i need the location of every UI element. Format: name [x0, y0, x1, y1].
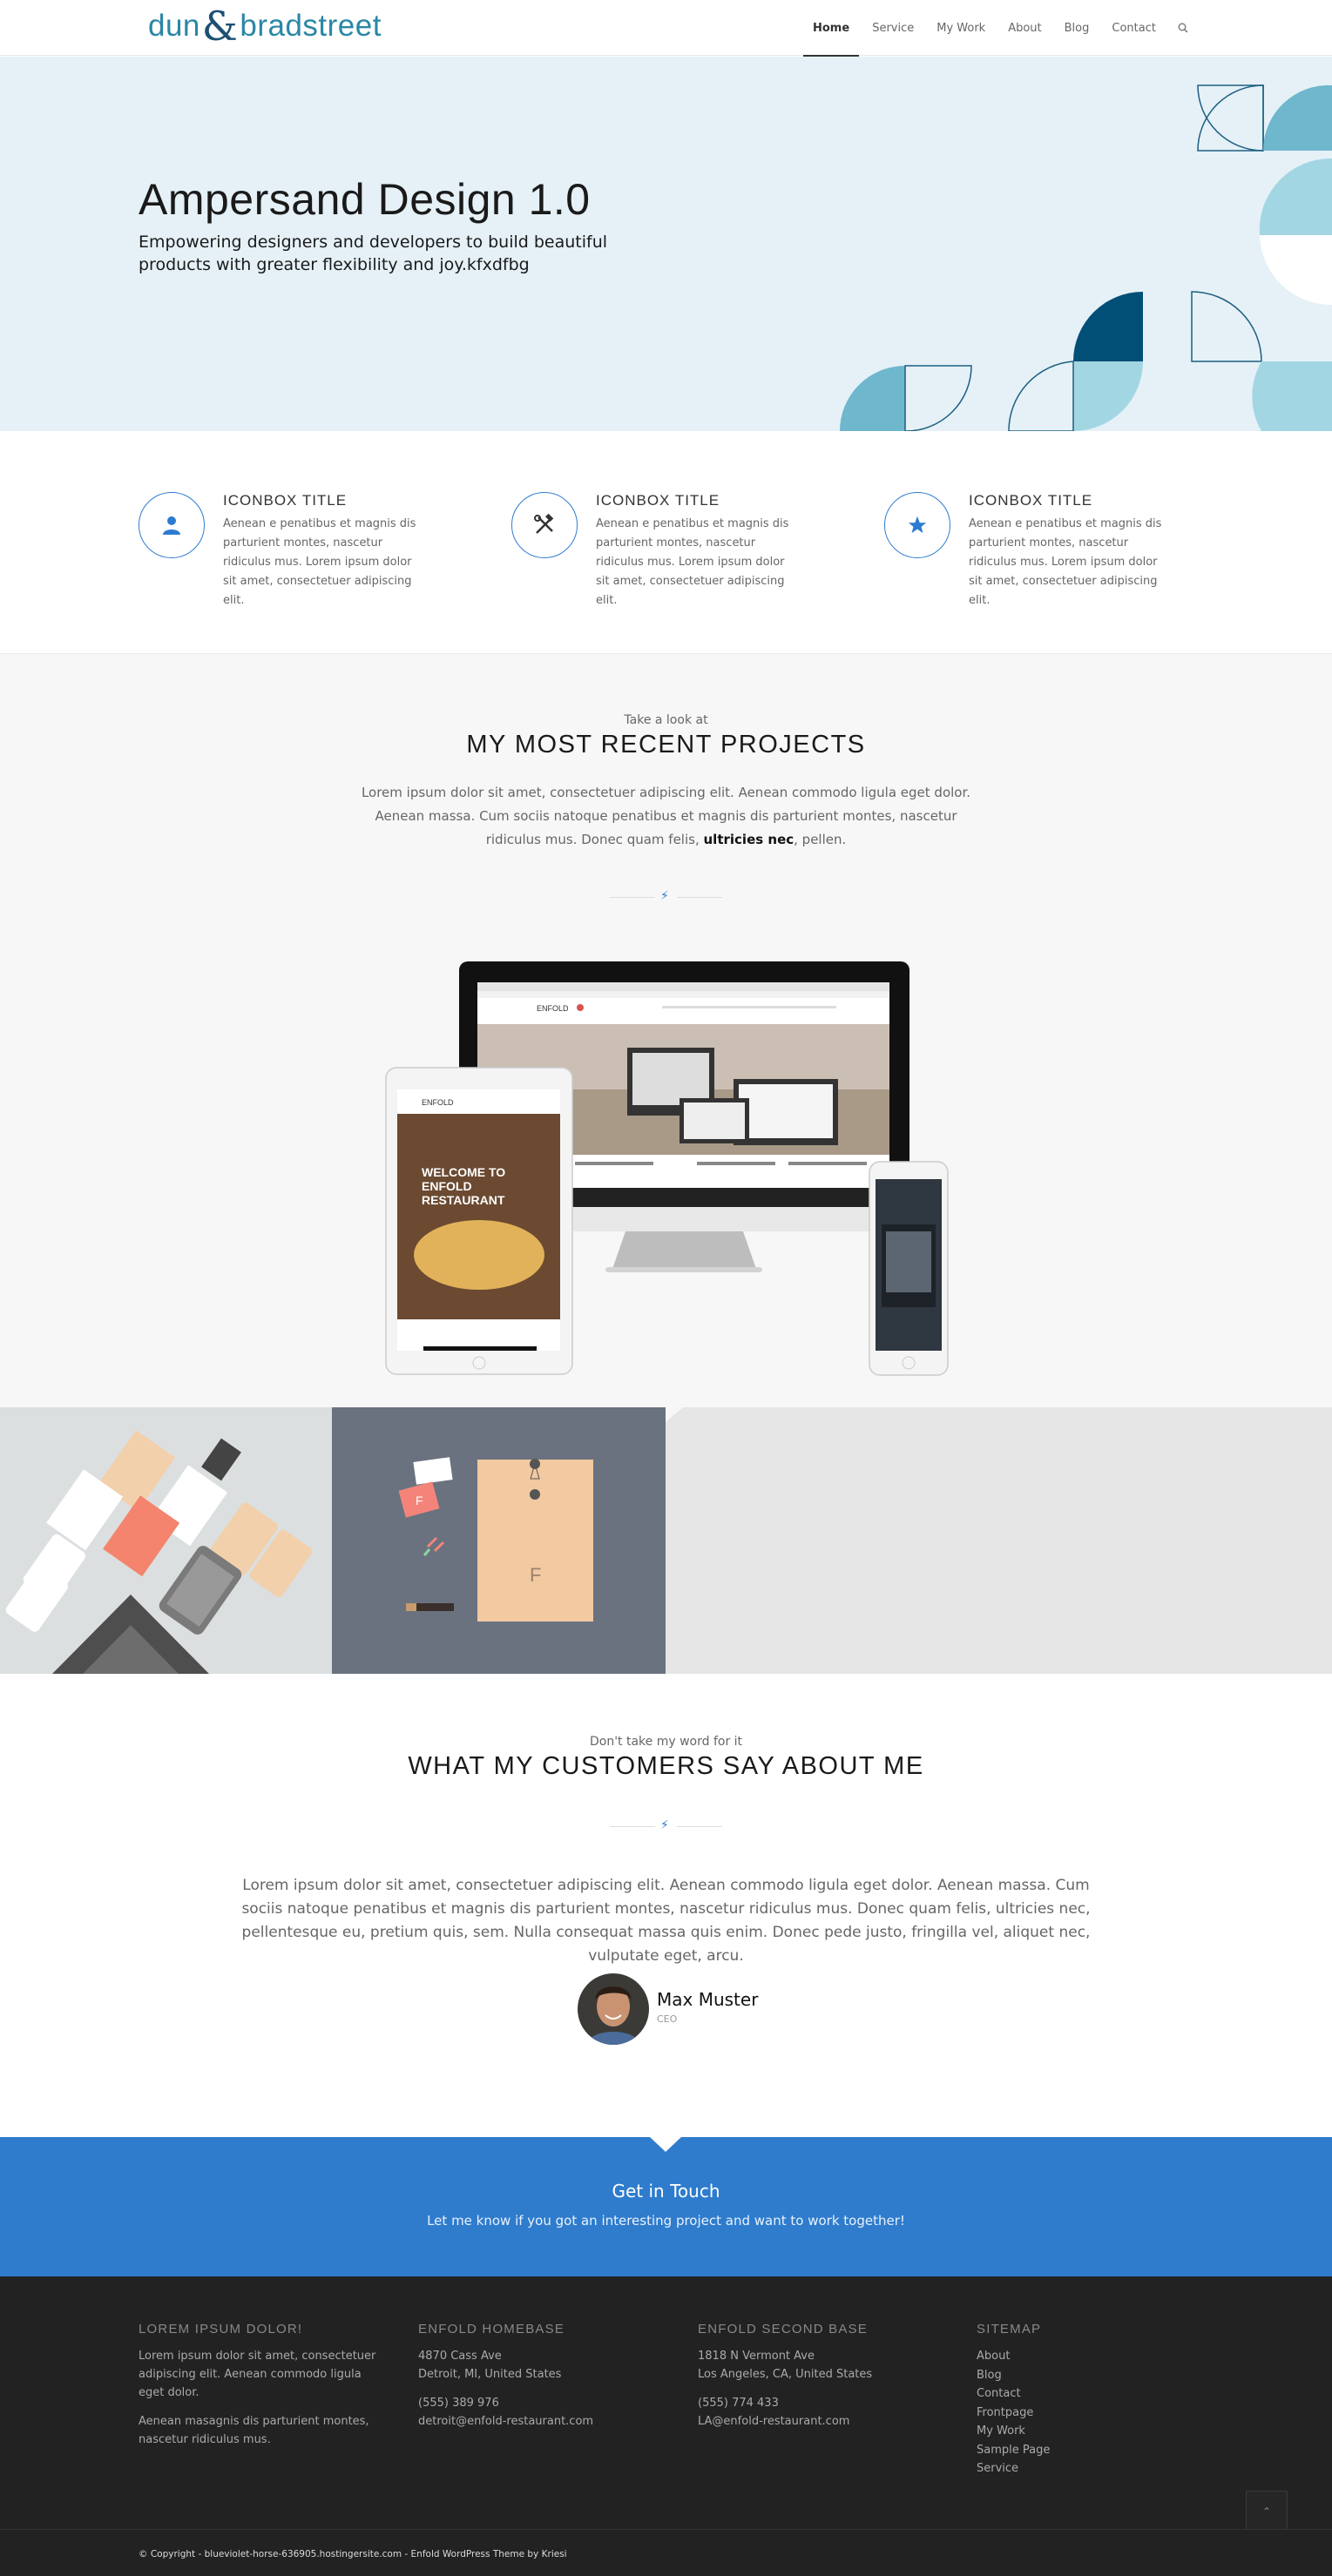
portfolio-gallery: F F: [0, 1407, 1332, 1674]
cta-notch: [650, 2137, 681, 2152]
nav-service[interactable]: Service: [861, 0, 925, 56]
cta-text: Let me know if you got an interesting pr…: [427, 2213, 905, 2229]
footer-col-sitemap: SITEMAP About Blog Contact Frontpage My …: [977, 2322, 1220, 2478]
footer-contact: (555) 774 433 LA@enfold-restaurant.com: [698, 2394, 942, 2431]
chevron-up-icon: ⌃: [1261, 2505, 1272, 2518]
main-nav: Home Service My Work About Blog Contact: [801, 0, 1199, 57]
section-divider: ⚡: [610, 1818, 722, 1834]
footer-col-homebase: ENFOLD HOMEBASE 4870 Cass Ave Detroit, MI…: [418, 2322, 662, 2441]
screen-logo: ENFOLD: [537, 1004, 569, 1013]
footer-socket: © Copyright - blueviolet-horse-636905.ho…: [0, 2529, 1332, 2576]
gallery-notch: [666, 1407, 683, 1422]
nav-about[interactable]: About: [997, 0, 1052, 56]
address-line: 1818 N Vermont Ave: [698, 2350, 815, 2363]
site-logo[interactable]: dun & bradstreet: [148, 5, 382, 47]
testimonial-name: Max Muster: [657, 1989, 759, 2010]
sitemap-link-about[interactable]: About: [977, 2347, 1220, 2366]
star-icon: [884, 492, 950, 558]
address-line: 4870 Cass Ave: [418, 2350, 502, 2363]
footer-heading: ENFOLD HOMEBASE: [418, 2322, 565, 2337]
scroll-to-top-button[interactable]: ⌃: [1246, 2491, 1288, 2532]
sitemap-link-my-work[interactable]: My Work: [977, 2422, 1220, 2441]
testimonials-section: Don't take my word for it WHAT MY CUSTOM…: [0, 1674, 1332, 2137]
avatar: [578, 1973, 649, 2045]
testimonials-title: WHAT MY CUSTOMERS SAY ABOUT ME: [408, 1752, 924, 1780]
hero-section: Ampersand Design 1.0 Empowering designer…: [0, 57, 1332, 431]
tablet-logo: ENFOLD: [422, 1098, 454, 1107]
logo-ampersand: &: [201, 3, 239, 50]
sitemap-link-blog[interactable]: Blog: [977, 2366, 1220, 2385]
projects-section: Take a look at MY MOST RECENT PROJECTS L…: [0, 653, 1332, 1407]
iconbox-title: ICONBOX TITLE: [596, 492, 720, 509]
nav-contact[interactable]: Contact: [1100, 0, 1167, 56]
tools-icon: [511, 492, 578, 558]
sitemap-link-frontpage[interactable]: Frontpage: [977, 2404, 1220, 2423]
footer-address: 1818 N Vermont Ave Los Angeles, CA, Unite…: [698, 2347, 942, 2384]
footer-text: Aenean masagnis dis parturient montes, n…: [139, 2415, 369, 2446]
sitemap-link-service[interactable]: Service: [977, 2459, 1220, 2478]
search-icon[interactable]: [1167, 0, 1199, 56]
footer-contact: (555) 389 976 detroit@enfold-restaurant.c…: [418, 2394, 662, 2431]
footer-heading: LOREM IPSUM DOLOR!: [139, 2322, 303, 2337]
svg-text:F: F: [416, 1494, 423, 1507]
phone[interactable]: (555) 389 976: [418, 2397, 499, 2410]
footer-heading: ENFOLD SECOND BASE: [698, 2322, 868, 2337]
testimonial-quote: Lorem ipsum dolor sit amet, consectetuer…: [241, 1877, 1091, 1965]
site-header: dun & bradstreet Home Service My Work Abou…: [0, 0, 1332, 57]
iconbox-text: Aenean e penatibus et magnis dis parturi…: [223, 517, 416, 607]
iconbox-section: ICONBOX TITLE Aenean e penatibus et magn…: [0, 431, 1332, 653]
iconbox-title: ICONBOX TITLE: [223, 492, 348, 509]
sitemap-link-sample-page[interactable]: Sample Page: [977, 2441, 1220, 2460]
iconbox-title: ICONBOX TITLE: [969, 492, 1093, 509]
footer-address: 4870 Cass Ave Detroit, MI, United States: [418, 2347, 662, 2384]
testimonials-kicker: Don't take my word for it: [589, 1735, 743, 1749]
stationery-envelope-photo: F F: [398, 1457, 593, 1622]
iconbox-text: Aenean e penatibus et magnis dis parturi…: [969, 517, 1162, 607]
iconbox-text: Aenean e penatibus et magnis dis parturi…: [596, 517, 789, 607]
hero-subtitle: Empowering designers and developers to b…: [139, 233, 608, 274]
footer-heading: SITEMAP: [977, 2322, 1042, 2337]
nav-my-work[interactable]: My Work: [925, 0, 997, 56]
user-icon: [139, 492, 205, 558]
hero-title: Ampersand Design 1.0: [139, 175, 591, 224]
footer-col-about: LOREM IPSUM DOLOR! Lorem ipsum dolor sit…: [139, 2322, 382, 2459]
sitemap-link-contact[interactable]: Contact: [977, 2384, 1220, 2404]
address-line: Los Angeles, CA, United States: [698, 2368, 873, 2381]
site-footer: LOREM IPSUM DOLOR! Lorem ipsum dolor sit…: [0, 2276, 1332, 2529]
email-link[interactable]: LA@enfold-restaurant.com: [698, 2415, 849, 2428]
phone[interactable]: (555) 774 433: [698, 2397, 779, 2410]
testimonial-role: CEO: [657, 2013, 678, 2025]
address-line: Detroit, MI, United States: [418, 2368, 562, 2381]
gallery-tile-empty[interactable]: [666, 1407, 1332, 1674]
svg-text:F: F: [530, 1564, 541, 1586]
gallery-tile-stationery[interactable]: F F: [332, 1407, 666, 1674]
responsive-devices-mockup: ENFOLD ENFOLD WELCOME TO ENFOLD RESTAURANT: [385, 961, 949, 1376]
footer-text: Lorem ipsum dolor sit amet, consectetuer…: [139, 2350, 376, 2399]
copyright-text: © Copyright - blueviolet-horse-636905.ho…: [139, 2549, 567, 2559]
logo-text-right: bradstreet: [240, 9, 382, 43]
nav-blog[interactable]: Blog: [1053, 0, 1101, 56]
cta-section: Get in Touch Let me know if you got an i…: [0, 2137, 1332, 2276]
email-link[interactable]: detroit@enfold-restaurant.com: [418, 2415, 593, 2428]
logo-text-left: dun: [148, 9, 200, 43]
lightning-icon: ⚡: [660, 1818, 669, 1832]
footer-col-second-base: ENFOLD SECOND BASE 1818 N Vermont Ave Los…: [698, 2322, 942, 2441]
gallery-tile-branding[interactable]: [0, 1407, 332, 1674]
branding-tags-photo: [5, 1430, 312, 1674]
cta-title[interactable]: Get in Touch: [0, 2181, 1332, 2202]
nav-home[interactable]: Home: [801, 0, 861, 57]
